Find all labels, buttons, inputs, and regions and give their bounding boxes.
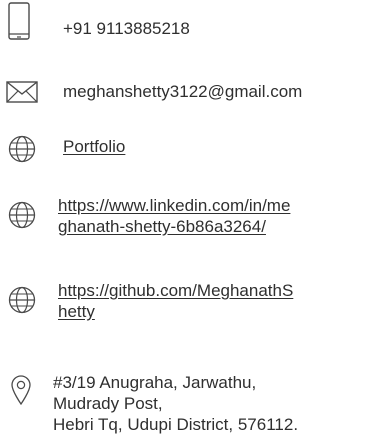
- address-line-1: #3/19 Anugraha, Jarwathu,: [53, 373, 257, 392]
- smartphone-icon: [8, 2, 30, 40]
- github-link-line-1: https://github.com/MeghanathS: [58, 281, 294, 300]
- linkedin-link-line-2: ghanath-shetty-6b86a3264/: [58, 217, 266, 236]
- github-link-line-2: hetty: [58, 302, 95, 321]
- phone-number: +91 9113885218: [63, 19, 190, 38]
- address-line-2: Mudrady Post,: [53, 394, 163, 413]
- postal-address: #3/19 Anugraha, Jarwathu, Mudrady Post, …: [53, 372, 298, 435]
- globe-icon: [8, 135, 36, 163]
- map-pin-icon: [10, 374, 32, 406]
- address-line-3: Hebri Tq, Udupi District, 576112.: [53, 415, 299, 434]
- globe-icon: [8, 201, 36, 229]
- linkedin-link-line-1: https://www.linkedin.com/in/me: [58, 196, 291, 215]
- portfolio-link[interactable]: Portfolio: [63, 136, 125, 157]
- envelope-icon: [6, 81, 38, 103]
- github-link[interactable]: https://github.com/MeghanathS hetty: [58, 280, 368, 322]
- globe-icon: [8, 286, 36, 314]
- email-address: meghanshetty3122@gmail.com: [63, 82, 303, 101]
- linkedin-link[interactable]: https://www.linkedin.com/in/me ghanath-s…: [58, 195, 368, 237]
